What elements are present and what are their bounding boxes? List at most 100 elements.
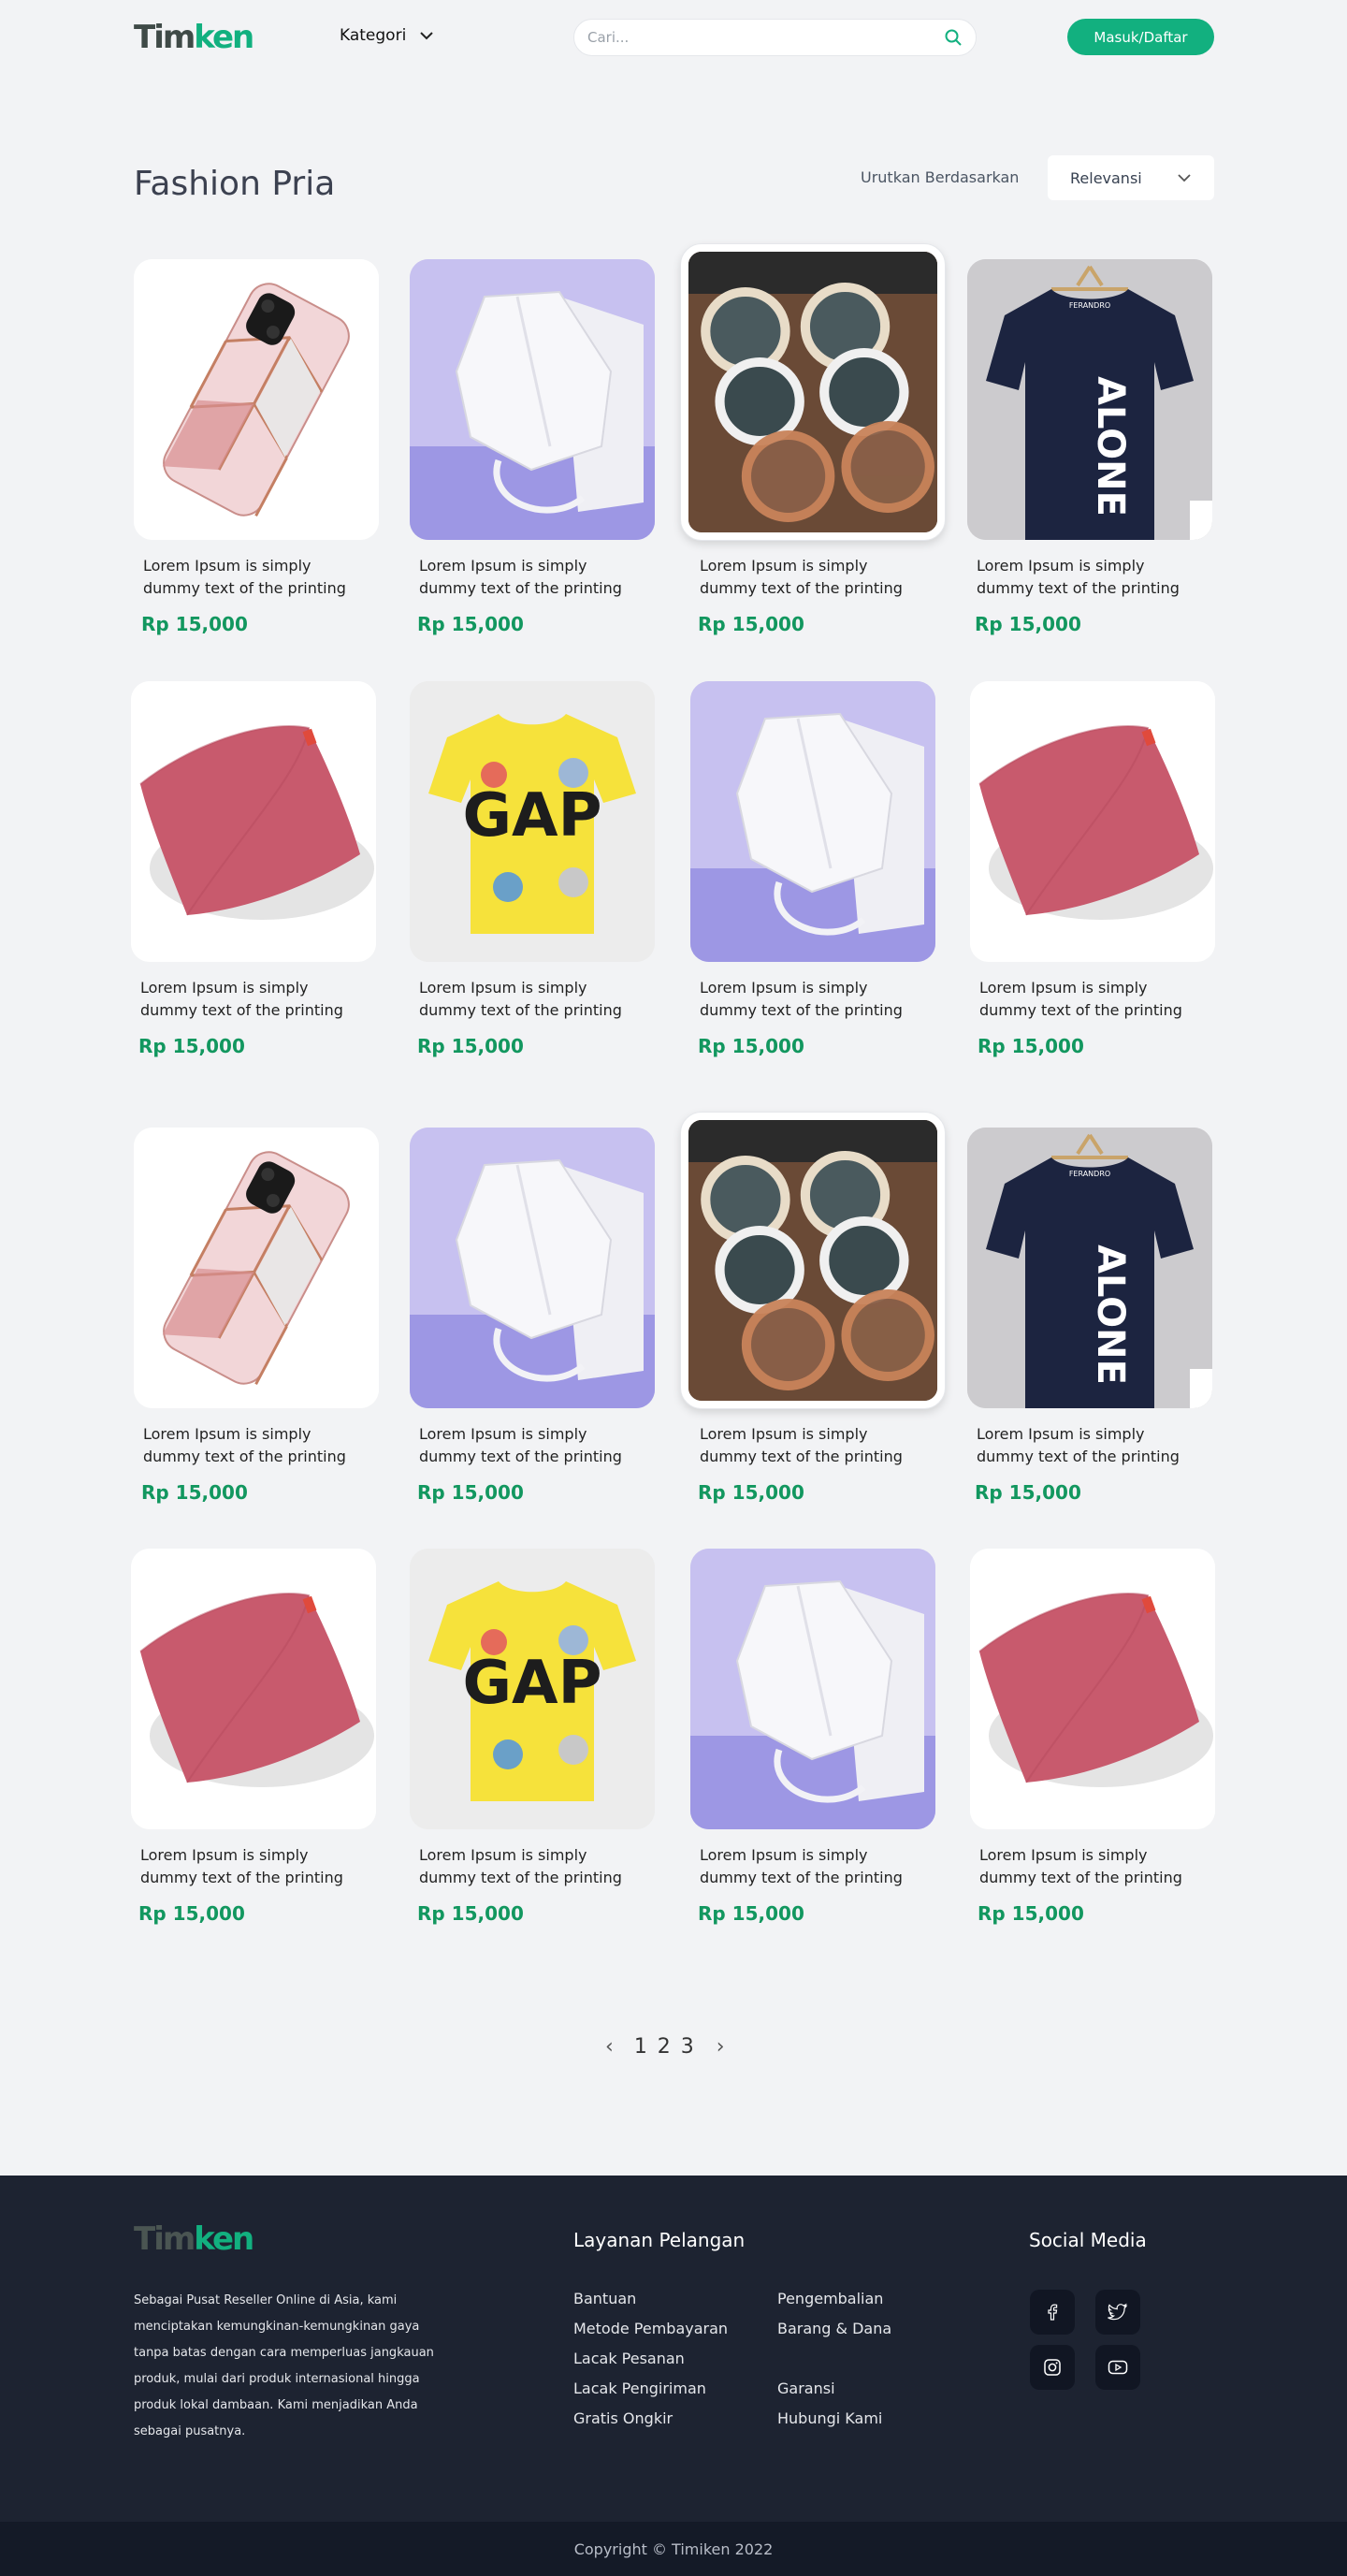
product-price: Rp 15,000 (417, 613, 524, 635)
product-name[interactable]: Lorem Ipsum is simply dummy text of the … (977, 555, 1201, 600)
product-name[interactable]: Lorem Ipsum is simply dummy text of the … (419, 977, 644, 1022)
sunglasses-image[interactable] (681, 1113, 945, 1408)
page-title: Fashion Pria (134, 165, 336, 203)
pink-pillow-image[interactable] (970, 681, 1215, 962)
sort-value: Relevansi (1070, 168, 1142, 187)
product-card[interactable]: ALONE FERANDRO Lorem Ipsum is simply dum… (967, 259, 1215, 635)
phone-case-image[interactable] (134, 1128, 379, 1408)
link-pengembalian[interactable]: Pengembalian (777, 2290, 883, 2307)
link-lacak-pengiriman[interactable]: Lacak Pengiriman (573, 2380, 706, 2397)
product-card[interactable]: Lorem Ipsum is simply dummy text of the … (690, 681, 938, 1057)
face-mask-image[interactable] (690, 681, 935, 962)
chevron-down-icon (1178, 174, 1191, 182)
tshirt-brand-text: FERANDRO (1069, 301, 1110, 310)
product-name[interactable]: Lorem Ipsum is simply dummy text of the … (700, 555, 924, 600)
prev-page-icon[interactable]: ‹ (605, 2035, 614, 2059)
next-page-icon[interactable]: › (717, 2035, 725, 2059)
pink-pillow-image[interactable] (131, 1549, 376, 1829)
product-price: Rp 15,000 (138, 1035, 245, 1057)
sort-select[interactable]: Relevansi (1048, 155, 1214, 200)
face-mask-image[interactable] (410, 259, 655, 540)
product-name[interactable]: Lorem Ipsum is simply dummy text of the … (700, 1423, 924, 1468)
face-mask-image[interactable] (410, 1128, 655, 1408)
yellow-tshirt-image[interactable]: GAP (410, 681, 655, 962)
product-price: Rp 15,000 (141, 1481, 248, 1504)
product-name[interactable]: Lorem Ipsum is simply dummy text of the … (700, 1844, 924, 1889)
page-numbers[interactable]: 1 2 3 (634, 2035, 696, 2059)
yellow-tshirt-print-text: GAP (463, 1649, 602, 1718)
category-label: Kategori (340, 26, 407, 45)
product-price: Rp 15,000 (417, 1481, 524, 1504)
link-barang-dana[interactable]: Barang & Dana (777, 2320, 891, 2337)
face-mask-image[interactable] (690, 1549, 935, 1829)
search-bar (573, 19, 977, 56)
footer-logo-part1: Tim (134, 2220, 196, 2258)
product-price: Rp 15,000 (698, 1035, 804, 1057)
search-icon[interactable] (944, 28, 963, 47)
category-dropdown[interactable]: Kategori (340, 26, 434, 45)
link-lacak-pesanan[interactable]: Lacak Pesanan (573, 2350, 685, 2367)
link-gratis-ongkir[interactable]: Gratis Ongkir (573, 2409, 673, 2427)
pink-pillow-image[interactable] (970, 1549, 1215, 1829)
link-metode-pembayaran[interactable]: Metode Pembayaran (573, 2320, 728, 2337)
product-card[interactable]: GAP Lorem Ipsum is simply dummy text of … (410, 681, 658, 1057)
product-price: Rp 15,000 (975, 1481, 1081, 1504)
product-card[interactable]: Lorem Ipsum is simply dummy text of the … (681, 244, 945, 635)
logo[interactable]: Timken (134, 19, 254, 56)
product-name[interactable]: Lorem Ipsum is simply dummy text of the … (143, 555, 368, 600)
product-name[interactable]: Lorem Ipsum is simply dummy text of the … (419, 1844, 644, 1889)
product-card[interactable]: Lorem Ipsum is simply dummy text of the … (681, 1113, 945, 1504)
product-card[interactable]: Lorem Ipsum is simply dummy text of the … (690, 1549, 938, 1925)
product-card[interactable]: Lorem Ipsum is simply dummy text of the … (970, 681, 1218, 1057)
product-name[interactable]: Lorem Ipsum is simply dummy text of the … (419, 1423, 644, 1468)
phone-case-image[interactable] (134, 259, 379, 540)
pink-pillow-image[interactable] (131, 681, 376, 962)
footer-description: Sebagai Pusat Reseller Online di Asia, k… (134, 2293, 434, 2438)
product-name[interactable]: Lorem Ipsum is simply dummy text of the … (700, 977, 924, 1022)
product-card[interactable]: Lorem Ipsum is simply dummy text of the … (134, 259, 382, 635)
sunglasses-image[interactable] (681, 244, 945, 540)
product-card[interactable]: Lorem Ipsum is simply dummy text of the … (131, 681, 379, 1057)
product-card[interactable]: Lorem Ipsum is simply dummy text of the … (410, 1128, 658, 1504)
instagram-icon[interactable] (1030, 2345, 1075, 2390)
product-price: Rp 15,000 (141, 613, 248, 635)
product-card[interactable]: Lorem Ipsum is simply dummy text of the … (410, 259, 658, 635)
product-card[interactable]: ALONE FERANDRO Lorem Ipsum is simply dum… (967, 1128, 1215, 1504)
search-input[interactable] (587, 29, 944, 46)
logo-part1: Tim (134, 19, 196, 56)
product-price: Rp 15,000 (978, 1902, 1084, 1925)
tshirt-print-text: ALONE (1089, 376, 1132, 517)
tshirt-print-text: ALONE (1089, 1244, 1132, 1385)
footer-logo-part2: ken (194, 2220, 254, 2258)
product-price: Rp 15,000 (138, 1902, 245, 1925)
product-card[interactable]: Lorem Ipsum is simply dummy text of the … (970, 1549, 1218, 1925)
youtube-icon[interactable] (1095, 2345, 1140, 2390)
yellow-tshirt-image[interactable]: GAP (410, 1549, 655, 1829)
product-name[interactable]: Lorem Ipsum is simply dummy text of the … (140, 977, 365, 1022)
black-tshirt-image[interactable]: ALONE FERANDRO (967, 1128, 1212, 1408)
product-name[interactable]: Lorem Ipsum is simply dummy text of the … (419, 555, 644, 600)
product-card[interactable]: GAP Lorem Ipsum is simply dummy text of … (410, 1549, 658, 1925)
product-name[interactable]: Lorem Ipsum is simply dummy text of the … (977, 1423, 1201, 1468)
footer-logo[interactable]: Timken (134, 2220, 254, 2258)
product-price: Rp 15,000 (978, 1035, 1084, 1057)
twitter-icon[interactable] (1095, 2290, 1140, 2335)
black-tshirt-image[interactable]: ALONE FERANDRO (967, 259, 1212, 540)
facebook-icon[interactable] (1030, 2290, 1075, 2335)
copyright-text: Copyright © Timiken 2022 (573, 2540, 774, 2558)
product-price: Rp 15,000 (698, 1902, 804, 1925)
link-bantuan[interactable]: Bantuan (573, 2290, 636, 2307)
link-garansi[interactable]: Garansi (777, 2380, 835, 2397)
footer: Timken Sebagai Pusat Reseller Online di … (0, 2176, 1347, 2522)
product-name[interactable]: Lorem Ipsum is simply dummy text of the … (979, 977, 1204, 1022)
product-name[interactable]: Lorem Ipsum is simply dummy text of the … (143, 1423, 368, 1468)
product-name[interactable]: Lorem Ipsum is simply dummy text of the … (140, 1844, 365, 1889)
product-card[interactable]: Lorem Ipsum is simply dummy text of the … (131, 1549, 379, 1925)
product-card[interactable]: Lorem Ipsum is simply dummy text of the … (134, 1128, 382, 1504)
product-price: Rp 15,000 (975, 613, 1081, 635)
link-hubungi-kami[interactable]: Hubungi Kami (777, 2409, 882, 2427)
product-name[interactable]: Lorem Ipsum is simply dummy text of the … (979, 1844, 1204, 1889)
customer-service-heading: Layanan Pelangan (573, 2229, 746, 2251)
logo-part2: ken (194, 19, 254, 56)
login-register-button[interactable]: Masuk/Daftar (1067, 19, 1214, 55)
